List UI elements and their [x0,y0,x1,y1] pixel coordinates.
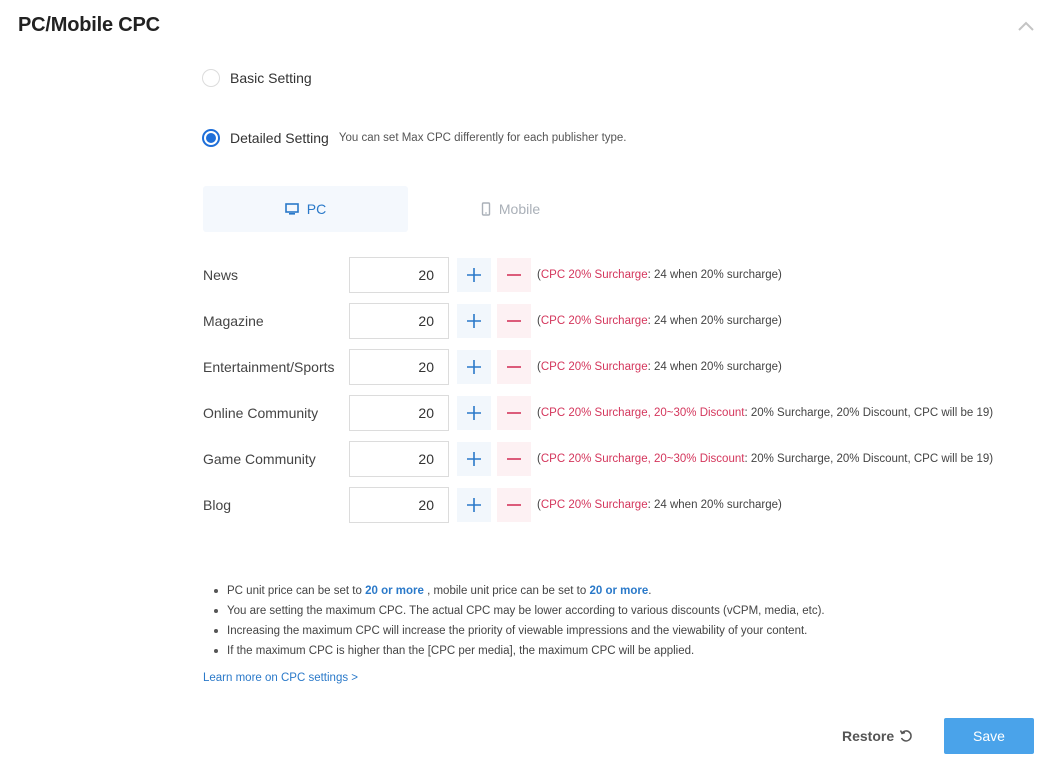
increase-button[interactable] [457,442,491,476]
cpc-input[interactable] [349,303,449,339]
row-note: (CPC 20% Surcharge: 24 when 20% surcharg… [537,499,782,511]
info-notes: PC unit price can be set to 20 or more ,… [214,583,825,663]
restore-label: Restore [842,728,895,744]
restore-icon [899,730,912,742]
tab-mobile[interactable]: Mobile [408,186,613,232]
cpc-row-news: News (CPC 20% Surcharge: 24 when 20% sur… [203,257,782,293]
plus-icon [467,314,481,328]
cpc-row-online-community: Online Community (CPC 20% Surcharge, 20~… [203,395,993,431]
row-note: (CPC 20% Surcharge, 20~30% Discount: 20%… [537,407,994,419]
basic-setting-label: Basic Setting [230,70,312,86]
row-label: Magazine [203,313,264,329]
note-item: If the maximum CPC is higher than the [C… [214,643,825,663]
cpc-input[interactable] [349,349,449,385]
tab-pc[interactable]: PC [203,186,408,232]
note-item: You are setting the maximum CPC. The act… [214,603,825,623]
plus-icon [467,406,481,420]
decrease-button[interactable] [497,396,531,430]
row-label: Game Community [203,451,316,467]
save-button[interactable]: Save [944,718,1034,754]
chevron-up-icon [1018,21,1034,31]
decrease-button[interactable] [497,442,531,476]
minus-icon [507,504,521,506]
increase-button[interactable] [457,258,491,292]
detailed-setting-hint: You can set Max CPC differently for each… [338,132,627,144]
minus-icon [507,412,521,414]
row-label: News [203,267,239,283]
detailed-setting-radio[interactable] [202,129,220,147]
row-note: (CPC 20% Surcharge, 20~30% Discount: 20%… [537,453,994,465]
plus-icon [467,360,481,374]
learn-more-link[interactable]: Learn more on CPC settings > [203,672,358,684]
restore-button[interactable]: Restore [842,718,913,754]
increase-button[interactable] [457,396,491,430]
minus-icon [507,274,521,276]
detailed-setting-option[interactable]: Detailed Setting You can set Max CPC dif… [202,129,627,147]
monitor-icon [284,203,299,215]
cpc-row-entertainment-sports: Entertainment/Sports (CPC 20% Surcharge:… [203,349,782,385]
basic-setting-option[interactable]: Basic Setting [202,69,312,87]
increase-button[interactable] [457,350,491,384]
minus-icon [507,320,521,322]
increase-button[interactable] [457,488,491,522]
cpc-input[interactable] [349,257,449,293]
collapse-button[interactable] [1014,16,1038,36]
cpc-row-magazine: Magazine (CPC 20% Surcharge: 24 when 20%… [203,303,782,339]
phone-icon [481,202,491,216]
row-label: Blog [203,497,232,513]
plus-icon [467,268,481,282]
minus-icon [507,458,521,460]
note-item: Increasing the maximum CPC will increase… [214,623,825,643]
row-note: (CPC 20% Surcharge: 24 when 20% surcharg… [537,269,782,281]
tab-mobile-label: Mobile [498,201,541,217]
basic-setting-radio[interactable] [202,69,220,87]
section-title: PC/Mobile CPC [18,14,160,36]
note-item: PC unit price can be set to 20 or more ,… [214,583,825,603]
decrease-button[interactable] [497,488,531,522]
decrease-button[interactable] [497,304,531,338]
device-tabs: PC Mobile [203,186,613,232]
cpc-input[interactable] [349,487,449,523]
cpc-input[interactable] [349,441,449,477]
plus-icon [467,498,481,512]
tab-pc-label: PC [306,201,327,217]
cpc-row-blog: Blog (CPC 20% Surcharge: 24 when 20% sur… [203,487,782,523]
minus-icon [507,366,521,368]
decrease-button[interactable] [497,258,531,292]
decrease-button[interactable] [497,350,531,384]
increase-button[interactable] [457,304,491,338]
row-label: Online Community [203,405,319,421]
plus-icon [467,452,481,466]
cpc-input[interactable] [349,395,449,431]
detailed-setting-label: Detailed Setting [230,130,329,146]
row-note: (CPC 20% Surcharge: 24 when 20% surcharg… [537,361,782,373]
row-note: (CPC 20% Surcharge: 24 when 20% surcharg… [537,315,782,327]
row-label: Entertainment/Sports [203,359,335,375]
cpc-row-game-community: Game Community (CPC 20% Surcharge, 20~30… [203,441,993,477]
